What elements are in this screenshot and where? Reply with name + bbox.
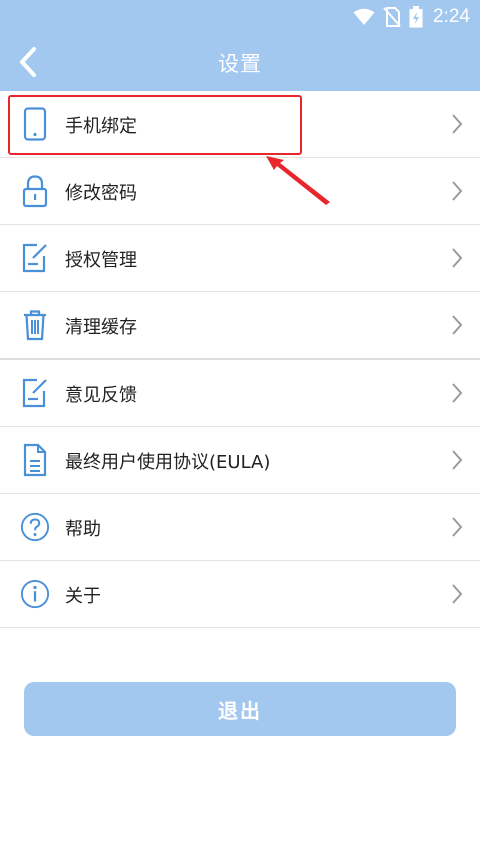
chevron-right-icon <box>452 114 463 134</box>
info-icon <box>20 575 50 613</box>
menu-item-label: 意见反馈 <box>65 385 137 406</box>
menu-item-help[interactable]: 帮助 <box>0 494 480 561</box>
chevron-right-icon <box>452 248 463 268</box>
menu-item-clear-cache[interactable]: 清理缓存 <box>0 292 480 360</box>
menu-item-feedback[interactable]: 意见反馈 <box>0 360 480 427</box>
menu-item-eula[interactable]: 最终用户使用协议(EULA) <box>0 427 480 494</box>
page-title: 设置 <box>218 52 262 76</box>
chevron-right-icon <box>452 584 463 604</box>
no-sim-icon <box>383 7 401 27</box>
edit-note-icon <box>20 374 50 412</box>
menu-item-label: 最终用户使用协议(EULA) <box>65 452 271 473</box>
menu-item-authorization[interactable]: 授权管理 <box>0 225 480 292</box>
menu-item-about[interactable]: 关于 <box>0 561 480 628</box>
chevron-right-icon <box>452 450 463 470</box>
lock-icon <box>20 172 50 210</box>
menu-item-label: 修改密码 <box>65 183 137 204</box>
settings-menu: 手机绑定 修改密码 授权管理 清理缓存 意见反馈 最终用户使用协议(EULA) … <box>0 91 480 628</box>
wifi-icon <box>353 8 375 26</box>
status-time: 2:24 <box>433 6 470 27</box>
menu-item-label: 授权管理 <box>65 250 137 271</box>
logout-button[interactable]: 退出 <box>24 682 456 736</box>
help-icon <box>20 508 50 546</box>
document-icon <box>20 441 50 479</box>
menu-item-label: 清理缓存 <box>65 317 137 338</box>
chevron-right-icon <box>452 315 463 335</box>
menu-item-phone-binding[interactable]: 手机绑定 <box>0 91 480 158</box>
battery-charging-icon <box>409 6 423 28</box>
edit-note-icon <box>20 239 50 277</box>
chevron-right-icon <box>452 517 463 537</box>
menu-item-label: 关于 <box>65 586 101 607</box>
menu-item-label: 帮助 <box>65 519 101 540</box>
menu-item-change-password[interactable]: 修改密码 <box>0 158 480 225</box>
menu-item-label: 手机绑定 <box>65 116 137 137</box>
title-bar: 设置 <box>0 34 480 91</box>
trash-icon <box>20 306 50 344</box>
phone-icon <box>20 105 50 143</box>
app-bar: 2:24 设置 <box>0 0 480 91</box>
chevron-right-icon <box>452 181 463 201</box>
settings-screen: 2:24 设置 手机绑定 修改密码 授权管理 清理缓存 意见反馈 最终用户使用协… <box>0 0 480 853</box>
status-icons: 2:24 <box>345 4 470 30</box>
status-bar: 2:24 <box>0 0 480 34</box>
chevron-right-icon <box>452 383 463 403</box>
